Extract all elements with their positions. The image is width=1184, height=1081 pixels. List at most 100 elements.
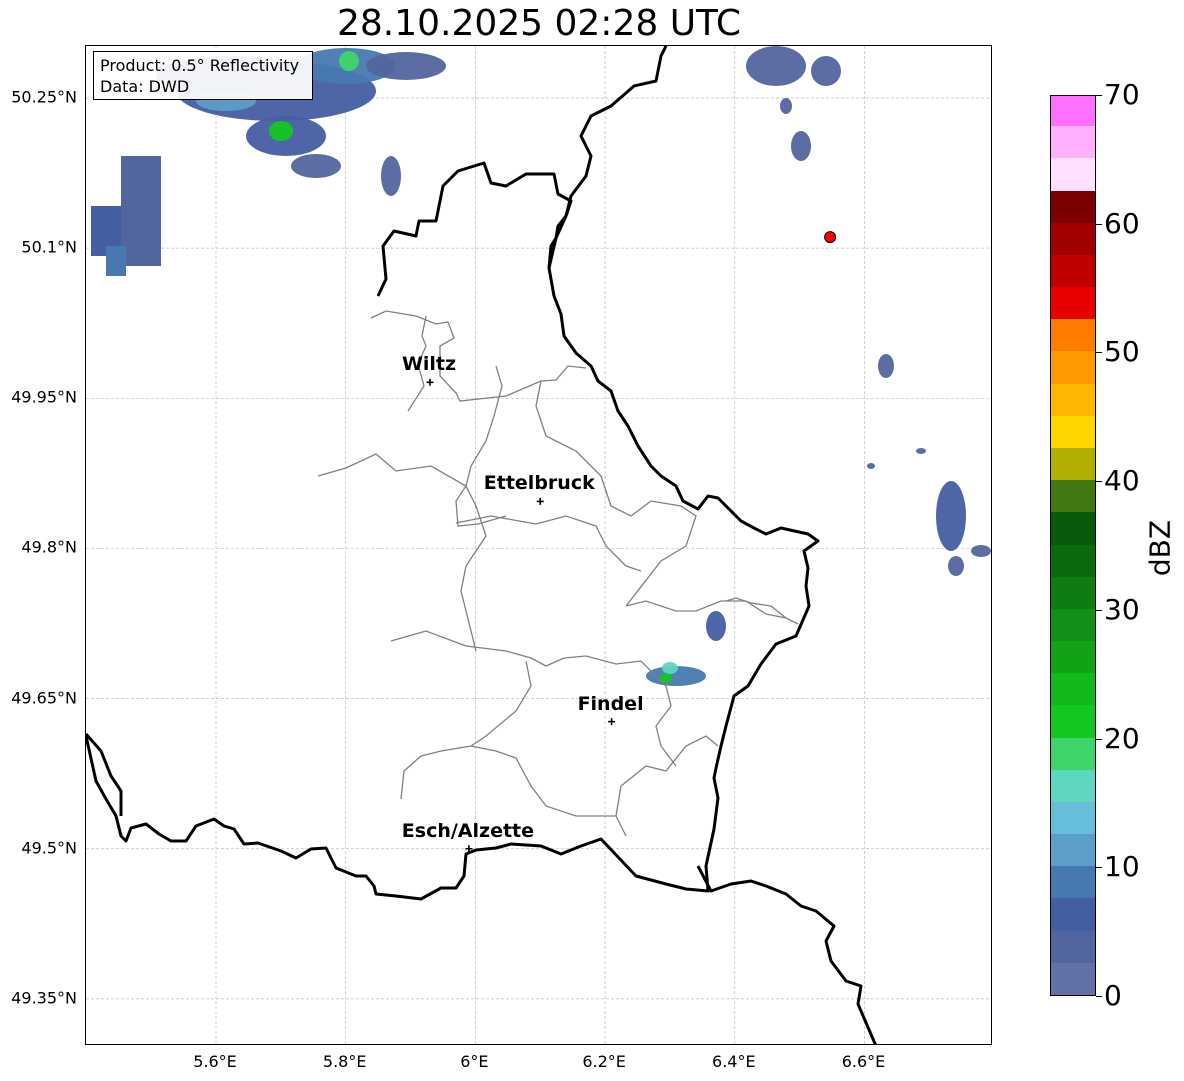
colorbar-tick-label: 20 — [1104, 721, 1140, 755]
colorbar-tick-label: 40 — [1104, 464, 1140, 498]
colorbar-segment — [1051, 383, 1095, 416]
luxembourg-border — [86, 161, 820, 901]
colorbar-segment — [1051, 737, 1095, 770]
radar-echo — [339, 51, 359, 71]
lat-tick-label: 49.95°N — [11, 387, 77, 407]
radar-echo — [121, 156, 161, 266]
colorbar-segment — [1051, 801, 1095, 835]
colorbar-segment — [1051, 769, 1095, 802]
radar-echoes — [91, 46, 991, 686]
canton-boundaries — [317, 310, 799, 837]
colorbar-segment — [1051, 704, 1095, 738]
colorbar-label: dBZ — [1143, 519, 1177, 577]
colorbar-tickmark — [1096, 996, 1102, 997]
lon-tick-label: 5.6°E — [193, 1052, 237, 1071]
colorbar-segment — [1051, 350, 1095, 384]
colorbar-segment — [1051, 544, 1095, 577]
colorbar-segment — [1051, 125, 1095, 159]
radar-echo — [662, 662, 678, 674]
colorbar-segment — [1051, 897, 1095, 931]
colorbar-segment — [1051, 865, 1095, 899]
lon-tick-label: 5.8°E — [322, 1052, 367, 1071]
map-title: 28.10.2025 02:28 UTC — [336, 3, 742, 44]
city-marker — [608, 718, 616, 726]
lon-tick-label: 6.2°E — [582, 1052, 626, 1071]
colorbar-tickmark — [1096, 867, 1102, 869]
lat-tick-label: 49.65°N — [11, 688, 77, 708]
canton-boundary-cap — [400, 660, 532, 800]
colorbar-segment — [1051, 833, 1095, 867]
canton-boundary-west — [317, 453, 507, 527]
product-label: Product: 0.5° Reflectivity — [100, 56, 300, 75]
german-border-north — [547, 46, 668, 269]
data-source-label: Data: DWD — [100, 77, 190, 96]
lon-tick-label: 6.6°E — [841, 1052, 886, 1071]
radar-echo — [780, 98, 792, 114]
colorbar-tickmark — [1096, 481, 1102, 483]
radar-echo — [746, 46, 806, 86]
french-border — [86, 733, 123, 816]
radar-echo — [867, 463, 875, 469]
colorbar-segment — [1051, 318, 1095, 352]
colorbar-tickmark — [1096, 609, 1102, 611]
colorbar-tickmark — [1096, 738, 1102, 740]
colorbar-segment — [1051, 96, 1095, 127]
radar-echo — [381, 156, 401, 196]
city-marker — [426, 378, 434, 386]
colorbar-segment — [1051, 672, 1095, 706]
city-label: Esch/Alzette — [401, 819, 535, 842]
colorbar-segment — [1051, 190, 1095, 223]
lat-tick-label: 50.25°N — [11, 87, 77, 107]
lat-tick-label: 49.5°N — [21, 838, 77, 858]
colorbar-segment — [1051, 962, 1095, 995]
colorbar-tickmark — [1096, 95, 1102, 96]
colorbar — [1050, 95, 1096, 996]
radar-echo — [366, 52, 446, 80]
lat-tick-label: 49.35°N — [11, 988, 77, 1008]
colorbar-segment — [1051, 608, 1095, 642]
map-canvas — [86, 46, 991, 1044]
lon-tick-label: 6°E — [460, 1052, 489, 1071]
radar-echo — [811, 56, 841, 86]
colorbar-tick-label: 50 — [1104, 335, 1140, 369]
colorbar-segment — [1051, 640, 1095, 674]
colorbar-tick-label: 30 — [1104, 592, 1140, 626]
colorbar-tickmark — [1096, 223, 1102, 225]
radar-echo — [269, 121, 293, 141]
colorbar-tickmark — [1096, 352, 1102, 354]
graticule-grid — [86, 46, 991, 1044]
radar-echo — [106, 246, 126, 276]
colorbar-segment — [1051, 157, 1095, 191]
colorbar-segment — [1051, 447, 1095, 481]
colorbar-tick-label: 70 — [1104, 78, 1140, 111]
colorbar-segment — [1051, 576, 1095, 609]
radar-echo — [916, 448, 926, 454]
colorbar-segment — [1051, 222, 1095, 255]
radar-echo — [291, 154, 341, 178]
german-border-south — [696, 865, 877, 1044]
city-label: Findel — [577, 692, 644, 715]
radar-echo — [971, 545, 991, 557]
product-info-box: Product: 0.5° Reflectivity Data: DWD — [93, 51, 313, 100]
city-label: Wiltz — [401, 353, 457, 376]
city-label: Ettelbruck — [483, 472, 595, 495]
colorbar-segment — [1051, 479, 1095, 513]
city-marker — [536, 497, 544, 505]
city-markers — [426, 378, 616, 853]
colorbar-tick-label: 10 — [1104, 850, 1140, 884]
colorbar-segment — [1051, 415, 1095, 448]
colorbar-segment — [1051, 930, 1095, 963]
radar-site-marker — [824, 231, 837, 244]
radar-echo — [791, 131, 811, 161]
colorbar-tick-label: 0 — [1104, 979, 1122, 1012]
radar-echo — [948, 556, 964, 576]
map-area[interactable] — [85, 45, 992, 1045]
lat-tick-label: 49.8°N — [21, 537, 77, 557]
lat-tick-label: 50.1°N — [21, 237, 77, 257]
radar-echo — [706, 611, 726, 641]
canton-boundary-remich — [615, 735, 719, 817]
national-borders — [86, 46, 877, 1044]
lon-tick-label: 6.4°E — [712, 1052, 756, 1071]
colorbar-segment — [1051, 254, 1095, 288]
radar-echo — [936, 481, 966, 551]
